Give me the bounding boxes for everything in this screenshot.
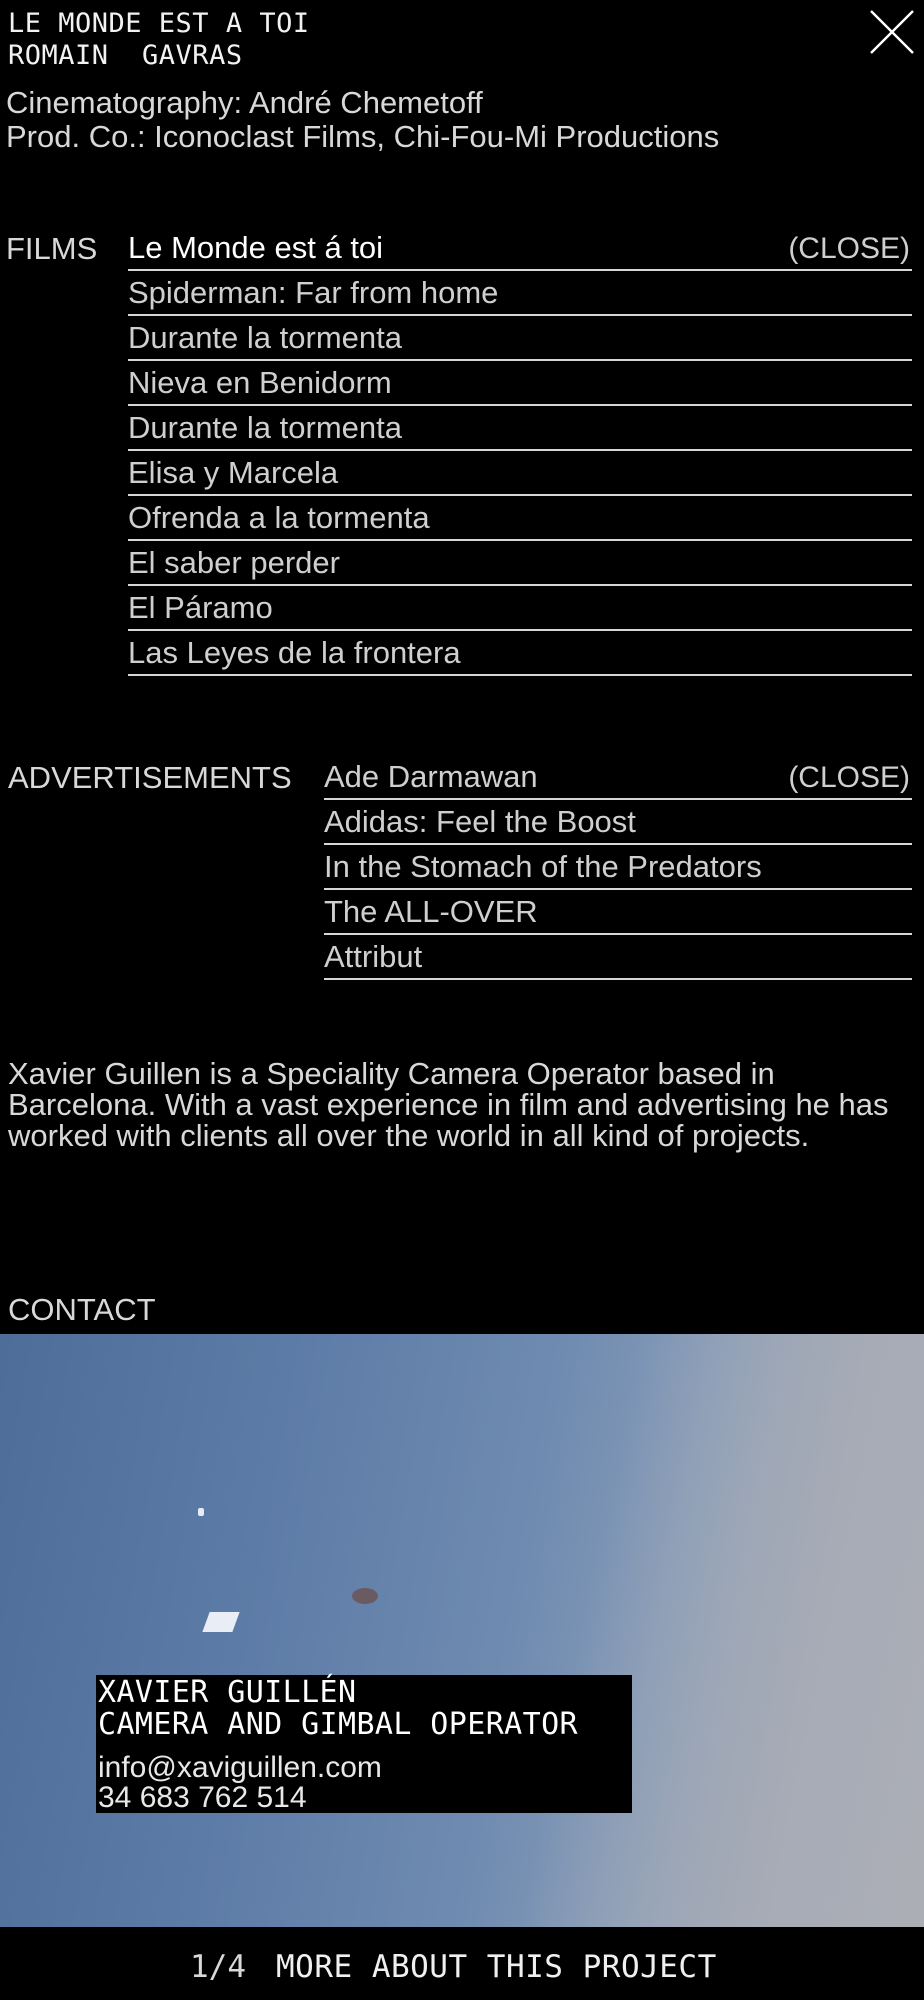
contact-phone[interactable]: 34 683 762 514 — [98, 1783, 382, 1813]
contact-role: CAMERA AND GIMBAL OPERATOR — [98, 1707, 578, 1742]
film-item[interactable]: Elisa y Marcela — [128, 453, 912, 496]
films-label: FILMS — [6, 231, 98, 266]
water-fleck — [198, 1508, 204, 1516]
bio-text: Xavier Guillen is a Speciality Camera Op… — [8, 1056, 889, 1153]
ad-item[interactable]: The ALL-OVER — [324, 892, 912, 935]
film-item-label: Elisa y Marcela — [128, 455, 339, 490]
film-item[interactable]: Ofrenda a la tormenta — [128, 498, 912, 541]
film-item[interactable]: El Páramo — [128, 588, 912, 631]
project-title: LE MONDE EST A TOI ROMAIN GAVRAS — [8, 8, 310, 72]
ad-item[interactable]: Ade Darmawan (CLOSE) — [324, 757, 912, 800]
film-item[interactable]: Durante la tormenta — [128, 318, 912, 361]
ad-item-label: In the Stomach of the Predators — [324, 849, 762, 884]
surfboard-shape — [202, 1612, 240, 1632]
more-about-project-button[interactable]: MORE ABOUT THIS PROJECT — [276, 1949, 717, 1985]
film-item-label: Nieva en Benidorm — [128, 365, 392, 400]
films-list: Le Monde est á toi (CLOSE) Spiderman: Fa… — [128, 228, 912, 678]
project-title-line1: LE MONDE EST A TOI — [8, 8, 310, 39]
film-item-label: Spiderman: Far from home — [128, 275, 499, 310]
film-item-label: El Páramo — [128, 590, 273, 625]
slide-counter: 1/4 — [190, 1949, 246, 1985]
film-item-label: Durante la tormenta — [128, 410, 402, 445]
film-item[interactable]: Le Monde est á toi (CLOSE) — [128, 228, 912, 271]
contact-name: XAVIER GUILLÉN — [98, 1675, 357, 1710]
film-item[interactable]: Durante la tormenta — [128, 408, 912, 451]
swimmer-shape — [352, 1588, 378, 1604]
films-close-button[interactable]: (CLOSE) — [788, 232, 910, 266]
credit-cinematography: Cinematography: André Chemetoff — [6, 85, 483, 120]
contact-label: CONTACT — [8, 1292, 156, 1327]
ad-item[interactable]: Attribut — [324, 937, 912, 980]
advertisements-list: Ade Darmawan (CLOSE) Adidas: Feel the Bo… — [324, 757, 912, 982]
footer-bar: 1/4 MORE ABOUT THIS PROJECT — [0, 1927, 924, 2000]
advertisements-close-button[interactable]: (CLOSE) — [788, 761, 910, 795]
ad-item-label: The ALL-OVER — [324, 894, 538, 929]
shoreline-shape — [515, 1334, 924, 1927]
contact-name-block: XAVIER GUILLÉN CAMERA AND GIMBAL OPERATO… — [98, 1677, 578, 1741]
film-item[interactable]: Spiderman: Far from home — [128, 273, 912, 316]
credit-production: Prod. Co.: Iconoclast Films, Chi-Fou-Mi … — [6, 119, 720, 154]
ad-item-label: Adidas: Feel the Boost — [324, 804, 636, 839]
film-item[interactable]: Las Leyes de la frontera — [128, 633, 912, 676]
ad-item[interactable]: Adidas: Feel the Boost — [324, 802, 912, 845]
film-item[interactable]: Nieva en Benidorm — [128, 363, 912, 406]
close-icon[interactable] — [868, 8, 916, 56]
ad-item-label: Ade Darmawan — [324, 759, 538, 794]
contact-info-block: info@xaviguillen.com 34 683 762 514 — [98, 1753, 382, 1813]
film-item-label: Durante la tormenta — [128, 320, 402, 355]
project-director: ROMAIN GAVRAS — [8, 40, 243, 71]
film-item-label: El saber perder — [128, 545, 340, 580]
film-item-label: Le Monde est á toi — [128, 230, 384, 265]
film-item-label: Ofrenda a la tormenta — [128, 500, 430, 535]
ad-item-label: Attribut — [324, 939, 423, 974]
film-item-label: Las Leyes de la frontera — [128, 635, 461, 670]
contact-email[interactable]: info@xaviguillen.com — [98, 1753, 382, 1783]
ad-item[interactable]: In the Stomach of the Predators — [324, 847, 912, 890]
contact-card: XAVIER GUILLÉN CAMERA AND GIMBAL OPERATO… — [96, 1675, 632, 1813]
film-item[interactable]: El saber perder — [128, 543, 912, 586]
project-credits: Cinematography: André Chemetoff Prod. Co… — [6, 86, 719, 154]
project-still-image — [0, 1334, 924, 1927]
advertisements-label: ADVERTISEMENTS — [8, 760, 292, 795]
